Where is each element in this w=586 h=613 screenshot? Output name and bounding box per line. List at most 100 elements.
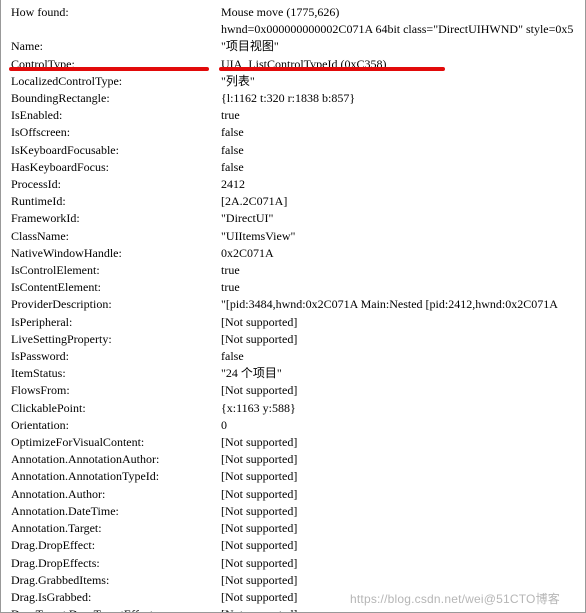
property-row[interactable]: ProcessId:2412 [11, 176, 579, 193]
property-value: "列表" [221, 73, 579, 90]
property-key: IsPassword: [11, 348, 221, 365]
property-key: Drag.DropEffects: [11, 555, 221, 572]
property-value: false [221, 124, 579, 141]
property-key: IsKeyboardFocusable: [11, 142, 221, 159]
property-key: Orientation: [11, 417, 221, 434]
property-value: [2A.2C071A] [221, 193, 579, 210]
property-value: [Not supported] [221, 520, 579, 537]
property-key: IsOffscreen: [11, 124, 221, 141]
property-row[interactable]: ItemStatus:"24 个项目" [11, 365, 579, 382]
property-row[interactable]: IsControlElement:true [11, 262, 579, 279]
property-key: LiveSettingProperty: [11, 331, 221, 348]
property-row[interactable]: Annotation.Author:[Not supported] [11, 486, 579, 503]
property-row[interactable]: FrameworkId:"DirectUI" [11, 210, 579, 227]
property-key: BoundingRectangle: [11, 90, 221, 107]
property-row[interactable]: HasKeyboardFocus:false [11, 159, 579, 176]
property-key: ClickablePoint: [11, 400, 221, 417]
property-row[interactable]: LocalizedControlType:"列表" [11, 73, 579, 90]
property-key: FrameworkId: [11, 210, 221, 227]
property-key: NativeWindowHandle: [11, 245, 221, 262]
property-key: OptimizeForVisualContent: [11, 434, 221, 451]
property-value: Mouse move (1775,626) [221, 4, 579, 21]
property-row[interactable]: ClickablePoint:{x:1163 y:588} [11, 400, 579, 417]
property-value: {l:1162 t:320 r:1838 b:857} [221, 90, 579, 107]
property-key: Annotation.AnnotationAuthor: [11, 451, 221, 468]
properties-pane[interactable]: How found:Mouse move (1775,626)hwnd=0x00… [0, 0, 586, 613]
property-key: ClassName: [11, 228, 221, 245]
property-value: "[pid:3484,hwnd:0x2C071A Main:Nested [pi… [221, 296, 579, 313]
property-row[interactable]: Annotation.AnnotationAuthor:[Not support… [11, 451, 579, 468]
property-value: true [221, 107, 579, 124]
property-key: IsControlElement: [11, 262, 221, 279]
property-value: [Not supported] [221, 486, 579, 503]
property-row[interactable]: IsKeyboardFocusable:false [11, 142, 579, 159]
property-value: [Not supported] [221, 382, 579, 399]
property-row[interactable]: How found:Mouse move (1775,626) [11, 4, 579, 21]
property-value: [Not supported] [221, 503, 579, 520]
property-row[interactable]: Drag.DropEffect:[Not supported] [11, 537, 579, 554]
property-value: "24 个项目" [221, 365, 579, 382]
property-row[interactable]: IsEnabled:true [11, 107, 579, 124]
property-value: "项目视图" [221, 38, 579, 55]
property-key: IsContentElement: [11, 279, 221, 296]
property-row[interactable]: BoundingRectangle:{l:1162 t:320 r:1838 b… [11, 90, 579, 107]
property-row[interactable]: Annotation.Target:[Not supported] [11, 520, 579, 537]
property-value: "DirectUI" [221, 210, 579, 227]
property-key: Drag.DropEffect: [11, 537, 221, 554]
property-value: "UIItemsView" [221, 228, 579, 245]
property-value: true [221, 279, 579, 296]
property-value: [Not supported] [221, 555, 579, 572]
property-value: hwnd=0x000000000002C071A 64bit class="Di… [221, 21, 579, 38]
property-key: Name: [11, 38, 221, 55]
property-row[interactable]: ProviderDescription:"[pid:3484,hwnd:0x2C… [11, 296, 579, 313]
property-row[interactable]: OptimizeForVisualContent:[Not supported] [11, 434, 579, 451]
property-row[interactable]: FlowsFrom:[Not supported] [11, 382, 579, 399]
property-row[interactable]: hwnd=0x000000000002C071A 64bit class="Di… [11, 21, 579, 38]
property-row[interactable]: ClassName:"UIItemsView" [11, 228, 579, 245]
property-row[interactable]: Drag.GrabbedItems:[Not supported] [11, 572, 579, 589]
property-row[interactable]: IsOffscreen:false [11, 124, 579, 141]
property-row[interactable]: LiveSettingProperty:[Not supported] [11, 331, 579, 348]
property-key: Annotation.Target: [11, 520, 221, 537]
property-key: DropTarget.DropTargetEffect: [11, 606, 221, 613]
property-value: [Not supported] [221, 451, 579, 468]
property-row[interactable]: DropTarget.DropTargetEffect:[Not support… [11, 606, 579, 613]
property-key: Annotation.AnnotationTypeId: [11, 468, 221, 485]
property-key: IsEnabled: [11, 107, 221, 124]
property-row[interactable]: Name:"项目视图" [11, 38, 579, 55]
highlight-underline-value [219, 67, 445, 71]
property-row[interactable]: Annotation.AnnotationTypeId:[Not support… [11, 468, 579, 485]
property-row[interactable]: NativeWindowHandle:0x2C071A [11, 245, 579, 262]
property-key: Annotation.Author: [11, 486, 221, 503]
property-key [11, 21, 221, 38]
property-value: [Not supported] [221, 572, 579, 589]
property-row[interactable]: IsPeripheral:[Not supported] [11, 314, 579, 331]
property-value: false [221, 348, 579, 365]
property-row[interactable]: IsPassword:false [11, 348, 579, 365]
property-value: 0 [221, 417, 579, 434]
property-row[interactable]: Annotation.DateTime:[Not supported] [11, 503, 579, 520]
property-row[interactable]: IsContentElement:true [11, 279, 579, 296]
property-value: 0x2C071A [221, 245, 579, 262]
property-key: LocalizedControlType: [11, 73, 221, 90]
property-key: FlowsFrom: [11, 382, 221, 399]
property-key: RuntimeId: [11, 193, 221, 210]
property-value: false [221, 142, 579, 159]
property-row[interactable]: Drag.IsGrabbed:[Not supported] [11, 589, 579, 606]
property-key: ProviderDescription: [11, 296, 221, 313]
property-key: Drag.IsGrabbed: [11, 589, 221, 606]
property-key: ProcessId: [11, 176, 221, 193]
property-value: [Not supported] [221, 331, 579, 348]
property-value: [Not supported] [221, 589, 579, 606]
property-row[interactable]: RuntimeId:[2A.2C071A] [11, 193, 579, 210]
property-value: {x:1163 y:588} [221, 400, 579, 417]
property-value: [Not supported] [221, 434, 579, 451]
property-value: [Not supported] [221, 537, 579, 554]
property-value: false [221, 159, 579, 176]
property-row[interactable]: Orientation:0 [11, 417, 579, 434]
property-value: 2412 [221, 176, 579, 193]
property-key: IsPeripheral: [11, 314, 221, 331]
property-row[interactable]: Drag.DropEffects:[Not supported] [11, 555, 579, 572]
property-key: Annotation.DateTime: [11, 503, 221, 520]
property-key: HasKeyboardFocus: [11, 159, 221, 176]
